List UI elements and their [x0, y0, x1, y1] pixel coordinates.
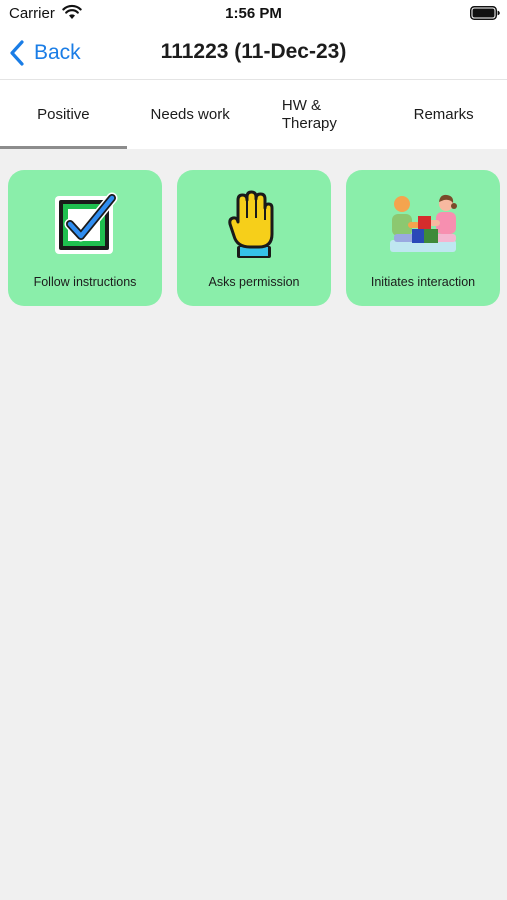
tab-label: Positive [37, 106, 90, 123]
card-label: Initiates interaction [370, 275, 476, 289]
tab-label: Needs work [150, 106, 230, 123]
page-title: 111223 (11-Dec-23) [160, 40, 347, 63]
battery-icon [470, 6, 500, 20]
tab-remarks[interactable]: Remarks [380, 80, 507, 149]
kids-playing-blocks-icon [390, 194, 457, 252]
tab-label: HW & Therapy [281, 96, 337, 132]
raised-hand-icon [228, 190, 274, 258]
tab-bar: Positive Needs work HW & Therapy Remarks [0, 80, 507, 149]
checkbox-icon [55, 192, 118, 254]
tab-label: Remarks [413, 106, 474, 123]
card-label: Follow instructions [33, 275, 137, 289]
card-label: Asks permission [208, 275, 300, 289]
card-initiates-interaction[interactable]: Initiates interaction [346, 170, 500, 306]
card-follow-instructions[interactable]: Follow instructions [8, 170, 162, 306]
clock: 1:56 PM [225, 5, 282, 22]
tab-hw-therapy[interactable]: HW & Therapy [254, 80, 381, 149]
tab-positive[interactable]: Positive [0, 80, 127, 149]
navigation-bar: Back 111223 (11-Dec-23) [0, 28, 507, 80]
card-asks-permission[interactable]: Asks permission [177, 170, 331, 306]
tab-selection-indicator [0, 146, 127, 149]
tab-needs-work[interactable]: Needs work [127, 80, 254, 149]
status-bar: Carrier 1:56 PM [0, 0, 507, 28]
behavior-card-grid: Follow instructions Asks permission Init… [0, 170, 507, 310]
